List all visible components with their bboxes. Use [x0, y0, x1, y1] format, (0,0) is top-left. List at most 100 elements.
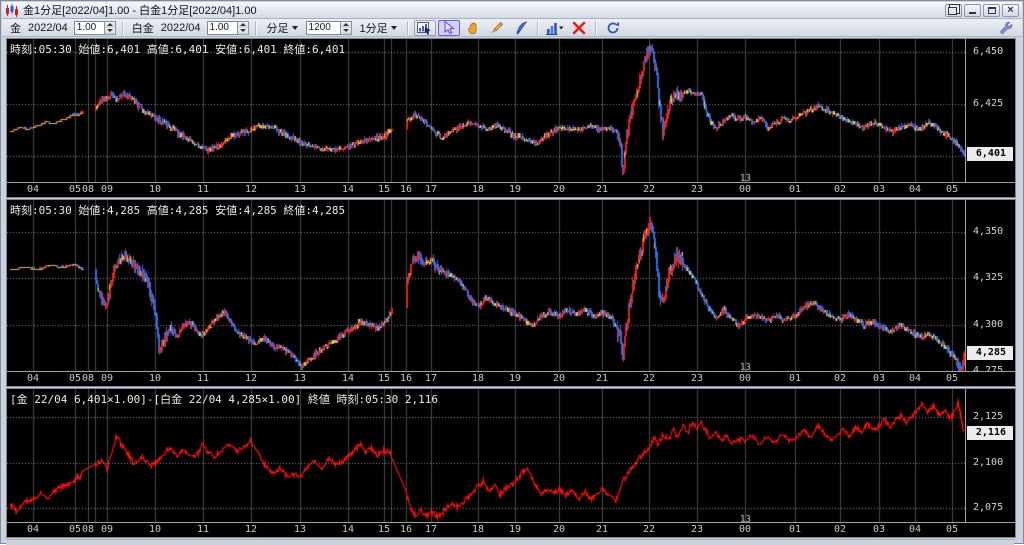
- spread-chart-canvas[interactable]: [7, 389, 965, 524]
- time-tick-label: 04: [23, 524, 43, 535]
- gold-time-axis: 0405080910111213141516171819202122230001…: [7, 182, 1015, 197]
- reload-data-button[interactable]: [602, 20, 624, 36]
- delete-drawings-button[interactable]: [568, 20, 590, 36]
- time-tick-label: 09: [97, 373, 117, 384]
- spread-time-axis: 0405080910111213141516171819202122230001…: [7, 522, 1015, 537]
- indicator-bars-icon: [546, 21, 564, 35]
- settings-button[interactable]: [995, 20, 1017, 36]
- chart-cursor-button[interactable]: [414, 20, 436, 36]
- time-tick-label: 11: [193, 524, 213, 535]
- time-tick-label: 00: [735, 184, 755, 195]
- time-tick-label: 00: [735, 373, 755, 384]
- time-tick-label: 02: [830, 524, 850, 535]
- toolbar-separator: [255, 21, 257, 35]
- float-window-button[interactable]: [945, 4, 962, 17]
- time-tick-label: 05: [942, 524, 962, 535]
- time-tick-label: 09: [97, 524, 117, 535]
- time-tick-label: 23: [687, 524, 707, 535]
- spread-info-line: [金 22/04 6,401×1.00]-[白金 22/04 4,285×1.0…: [10, 391, 438, 407]
- price-tick-label: 2,125: [973, 411, 1003, 423]
- app-icon[interactable]: [5, 4, 19, 17]
- minimize-icon: [969, 12, 976, 14]
- maximize-button[interactable]: [983, 4, 1000, 17]
- select-arrow-button[interactable]: [438, 20, 460, 36]
- time-tick-label: 23: [687, 184, 707, 195]
- time-tick-label: 16: [396, 184, 416, 195]
- gold-unit-spinner[interactable]: [104, 21, 116, 35]
- spin-down-icon[interactable]: [341, 28, 351, 34]
- bar-count-spinner[interactable]: [340, 21, 352, 35]
- chevron-down-icon: [292, 26, 298, 33]
- last-price-box: 4,285: [967, 346, 1013, 360]
- time-tick-label: 18: [468, 184, 488, 195]
- window-controls: ×: [945, 4, 1019, 17]
- gold-contract-month: 2022/04: [28, 22, 68, 34]
- interval-dropdown[interactable]: 1分足: [355, 18, 402, 38]
- price-tick-label: 4,300: [973, 319, 1003, 331]
- gold-chart-canvas[interactable]: [7, 39, 965, 183]
- time-tick-label: 04: [905, 184, 925, 195]
- close-button[interactable]: ×: [1002, 4, 1019, 17]
- last-price-box: 2,116: [967, 426, 1013, 440]
- toolbar: 金 2022/04 1.00 白金 2022/04 1.00 分足 1200 1…: [2, 19, 1022, 37]
- time-tick-label: 04: [905, 524, 925, 535]
- time-tick-label: 08: [78, 373, 98, 384]
- toolbar-separator: [595, 21, 597, 35]
- time-tick-label: 03: [869, 524, 889, 535]
- price-tick-label: 6,425: [973, 98, 1003, 110]
- minimize-button[interactable]: [964, 4, 981, 17]
- time-tick-label: 16: [396, 524, 416, 535]
- indicator-bars-button[interactable]: [544, 20, 566, 36]
- draw-pencil-button[interactable]: [486, 20, 508, 36]
- time-tick-label: 16: [396, 373, 416, 384]
- draw-pencil-icon: [490, 21, 504, 35]
- window-title: 金1分足[2022/04]1.00 - 白金1分足[2022/04]1.00: [23, 2, 257, 18]
- gold-plot-area: 時刻:05:30 始値:6,401 高値:6,401 安値:6,401 終値:6…: [7, 39, 966, 183]
- time-tick-label: 03: [869, 373, 889, 384]
- time-tick-label: 08: [78, 184, 98, 195]
- time-tick-label: 13: [290, 373, 310, 384]
- time-tick-label: 13: [290, 184, 310, 195]
- pan-hand-button[interactable]: [462, 20, 484, 36]
- time-tick-label: 12: [241, 524, 261, 535]
- bar-type-label: 分足: [267, 20, 289, 36]
- spread-plot-area: [金 22/04 6,401×1.00]-[白金 22/04 4,285×1.0…: [7, 389, 966, 524]
- spin-down-icon[interactable]: [105, 28, 115, 34]
- time-tick-label: 20: [549, 524, 569, 535]
- panel-platinum: 時刻:05:30 始値:4,285 高値:4,285 安値:4,285 終値:4…: [6, 199, 1016, 387]
- time-tick-label: 18: [468, 524, 488, 535]
- gold-symbol-label: 金: [10, 20, 21, 36]
- time-tick-label: 20: [549, 184, 569, 195]
- time-tick-label: 22: [639, 524, 659, 535]
- platinum-chart-canvas[interactable]: [7, 200, 965, 372]
- time-tick-label: 08: [78, 524, 98, 535]
- time-tick-label: 12: [241, 373, 261, 384]
- time-tick-label: 04: [23, 373, 43, 384]
- platinum-unit-spinner[interactable]: [237, 21, 249, 35]
- gold-unit-input[interactable]: 1.00: [74, 21, 104, 35]
- platinum-unit-input[interactable]: 1.00: [207, 21, 237, 35]
- refresh-icon: [606, 21, 620, 35]
- spin-down-icon[interactable]: [238, 28, 248, 34]
- horizontal-scrollbar[interactable]: [6, 539, 1014, 545]
- toolbar-separator: [122, 21, 124, 35]
- time-tick-label: 01: [785, 373, 805, 384]
- time-tick-label: 05: [942, 373, 962, 384]
- float-window-icon: [948, 7, 957, 15]
- time-tick-label: 10: [145, 373, 165, 384]
- platinum-plot-area: 時刻:05:30 始値:4,285 高値:4,285 安値:4,285 終値:4…: [7, 200, 966, 372]
- title-bar[interactable]: 金1分足[2022/04]1.00 - 白金1分足[2022/04]1.00 ×: [2, 2, 1022, 19]
- time-tick-label: 17: [421, 184, 441, 195]
- draw-quill-icon: [514, 21, 528, 35]
- time-tick-label: 05: [942, 184, 962, 195]
- time-tick-label: 17: [421, 373, 441, 384]
- select-arrow-icon: [442, 21, 455, 35]
- bar-type-dropdown[interactable]: 分足: [262, 18, 303, 38]
- draw-quill-button[interactable]: [510, 20, 532, 36]
- gold-info-line: 時刻:05:30 始値:6,401 高値:6,401 安値:6,401 終値:6…: [10, 41, 345, 57]
- pan-hand-icon: [466, 21, 480, 35]
- price-tick-label: 2,100: [973, 457, 1003, 469]
- bar-count-input[interactable]: 1200: [306, 21, 340, 35]
- chart-cursor-icon: [417, 21, 432, 35]
- time-tick-label: 21: [592, 373, 612, 384]
